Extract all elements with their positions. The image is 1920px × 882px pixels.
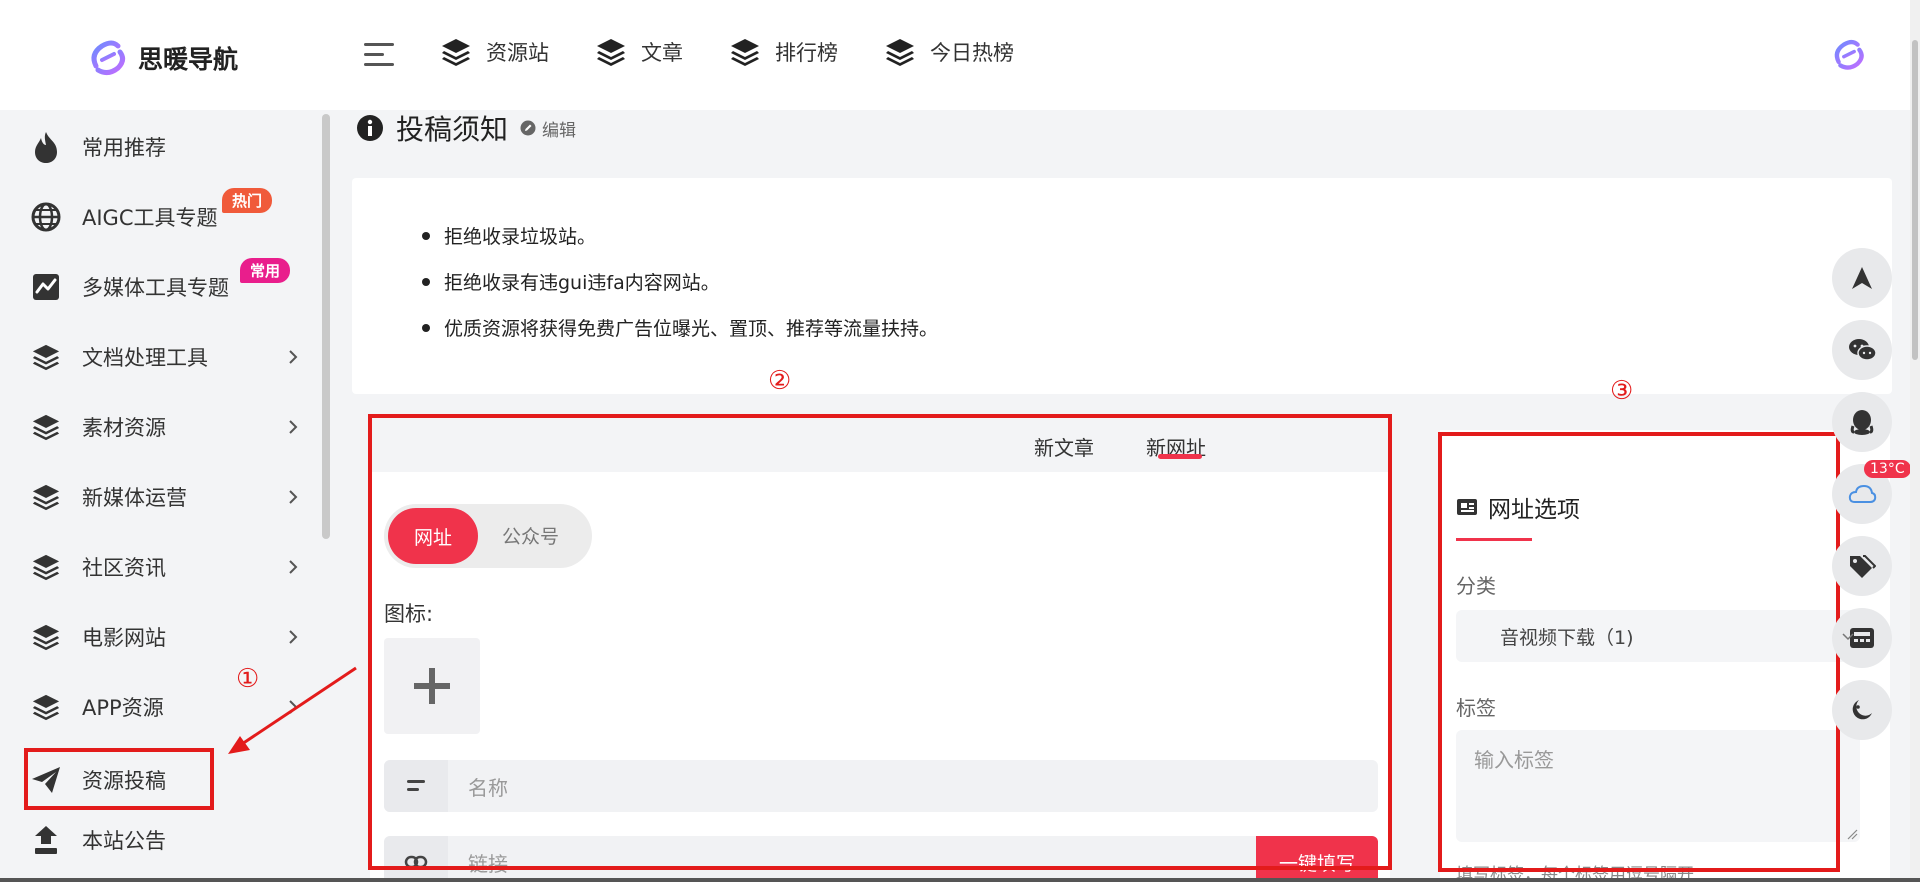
topnav-item-ranking[interactable]: 排行榜: [729, 36, 838, 68]
arrow-up-icon: [1852, 267, 1872, 289]
chart-icon: [28, 269, 64, 305]
list-item: 拒绝收录有违gui违fa内容网站。: [422, 268, 938, 295]
notice-icon: [28, 822, 64, 858]
topnav-label: 文章: [641, 41, 683, 65]
qq-icon: [1850, 410, 1874, 435]
list-item: 优质资源将获得免费广告位曝光、置顶、推荐等流量扶持。: [422, 314, 938, 341]
top-nav: 资源站 文章 排行榜 今日热榜: [440, 36, 1014, 68]
notice-list: 拒绝收录垃圾站。 拒绝收录有违gui违fa内容网站。 优质资源将获得免费广告位曝…: [422, 222, 938, 360]
edit-icon: [520, 120, 536, 136]
annotation-box-form: [368, 414, 1392, 870]
notice-card: 拒绝收录垃圾站。 拒绝收录有违gui违fa内容网站。 优质资源将获得免费广告位曝…: [352, 178, 1892, 394]
sidebar-item-announcements[interactable]: 本站公告: [28, 818, 300, 862]
sidebar-item-label: 文档处理工具: [82, 346, 208, 370]
chevron-right-icon: [289, 630, 298, 644]
sidebar-item-new-media[interactable]: 新媒体运营: [28, 475, 300, 519]
common-badge: 常用: [240, 258, 291, 283]
globe-icon: [28, 199, 64, 235]
sidebar-item-label: APP资源: [82, 696, 164, 720]
edit-link[interactable]: 编辑: [520, 116, 576, 141]
layers-icon: [28, 409, 64, 445]
layers-icon: [28, 339, 64, 375]
sidebar-item-label: AIGC工具专题: [82, 206, 218, 230]
annotation-box-options: [1438, 432, 1840, 872]
sidebar-item-materials[interactable]: 素材资源: [28, 405, 300, 449]
chevron-right-icon: [289, 560, 298, 574]
temperature-badge: 13°C: [1864, 460, 1911, 478]
topnav-item-articles[interactable]: 文章: [595, 36, 683, 68]
sidebar-item-movies[interactable]: 电影网站: [28, 615, 300, 659]
bottom-divider: [0, 878, 1920, 882]
page-title-row: 投稿须知 编辑: [356, 108, 576, 148]
theme-toggle-button[interactable]: [1832, 680, 1892, 740]
logo-icon: [91, 40, 126, 76]
logo-icon[interactable]: [1830, 36, 1868, 74]
moon-icon: [1852, 700, 1872, 720]
calculator-button[interactable]: [1832, 608, 1892, 668]
cloud-icon: [1848, 484, 1877, 503]
annotation-number-three: ③: [1610, 376, 1634, 406]
layers-icon: [731, 39, 759, 66]
sidebar-item-label: 社区资讯: [82, 556, 166, 580]
chevron-right-icon: [289, 420, 298, 434]
sidebar-item-label: 本站公告: [82, 829, 166, 853]
layers-icon: [442, 39, 470, 66]
brand-name: 思暖导航: [138, 45, 239, 74]
annotation-arrow: [228, 666, 357, 754]
menu-toggle-icon[interactable]: [362, 38, 396, 72]
hot-badge: 热门: [222, 188, 273, 213]
page-title: 投稿须知: [396, 113, 509, 146]
sidebar-item-recommended[interactable]: 常用推荐: [28, 125, 300, 169]
sidebar-item-docs[interactable]: 文档处理工具: [28, 335, 300, 379]
tags-icon: [1850, 555, 1876, 578]
qq-button[interactable]: [1832, 392, 1892, 452]
layers-icon: [28, 619, 64, 655]
annotation-box-submit: [24, 748, 214, 810]
back-to-top-button[interactable]: [1832, 248, 1892, 308]
topnav-label: 今日热榜: [930, 41, 1014, 65]
chevron-right-icon: [289, 350, 298, 364]
fire-icon: [28, 129, 64, 165]
annotation-number-two: ②: [768, 366, 792, 396]
brand-logo[interactable]: 思暖导航: [86, 36, 238, 80]
layers-icon: [28, 479, 64, 515]
sidebar-item-label: 新媒体运营: [82, 486, 187, 510]
topnav-item-resources[interactable]: 资源站: [440, 36, 549, 68]
sidebar-item-label: 素材资源: [82, 416, 166, 440]
page-scrollbar-thumb[interactable]: [1912, 40, 1918, 360]
sidebar-scrollbar[interactable]: [322, 114, 330, 539]
sidebar-item-label: 常用推荐: [82, 136, 166, 160]
chevron-down-icon: [1842, 633, 1854, 641]
layers-icon: [886, 39, 914, 66]
tags-button[interactable]: [1832, 536, 1892, 596]
top-bar: 思暖导航 资源站 文章 排行榜 今日热榜: [0, 0, 1920, 110]
layers-icon: [597, 39, 625, 66]
sidebar-item-community[interactable]: 社区资讯: [28, 545, 300, 589]
topnav-label: 排行榜: [775, 41, 838, 65]
edit-label: 编辑: [542, 120, 577, 141]
resize-handle-icon[interactable]: [1846, 828, 1858, 840]
layers-icon: [28, 689, 64, 725]
chevron-right-icon: [289, 490, 298, 504]
topnav-item-hot-today[interactable]: 今日热榜: [884, 36, 1014, 68]
layers-icon: [28, 549, 64, 585]
list-item: 拒绝收录垃圾站。: [422, 222, 938, 249]
wechat-button[interactable]: [1832, 320, 1892, 380]
info-icon: [357, 115, 383, 141]
wechat-icon: [1849, 339, 1877, 361]
sidebar-item-label: 电影网站: [82, 626, 166, 650]
topnav-label: 资源站: [486, 41, 549, 65]
sidebar-item-label: 多媒体工具专题: [82, 276, 229, 300]
